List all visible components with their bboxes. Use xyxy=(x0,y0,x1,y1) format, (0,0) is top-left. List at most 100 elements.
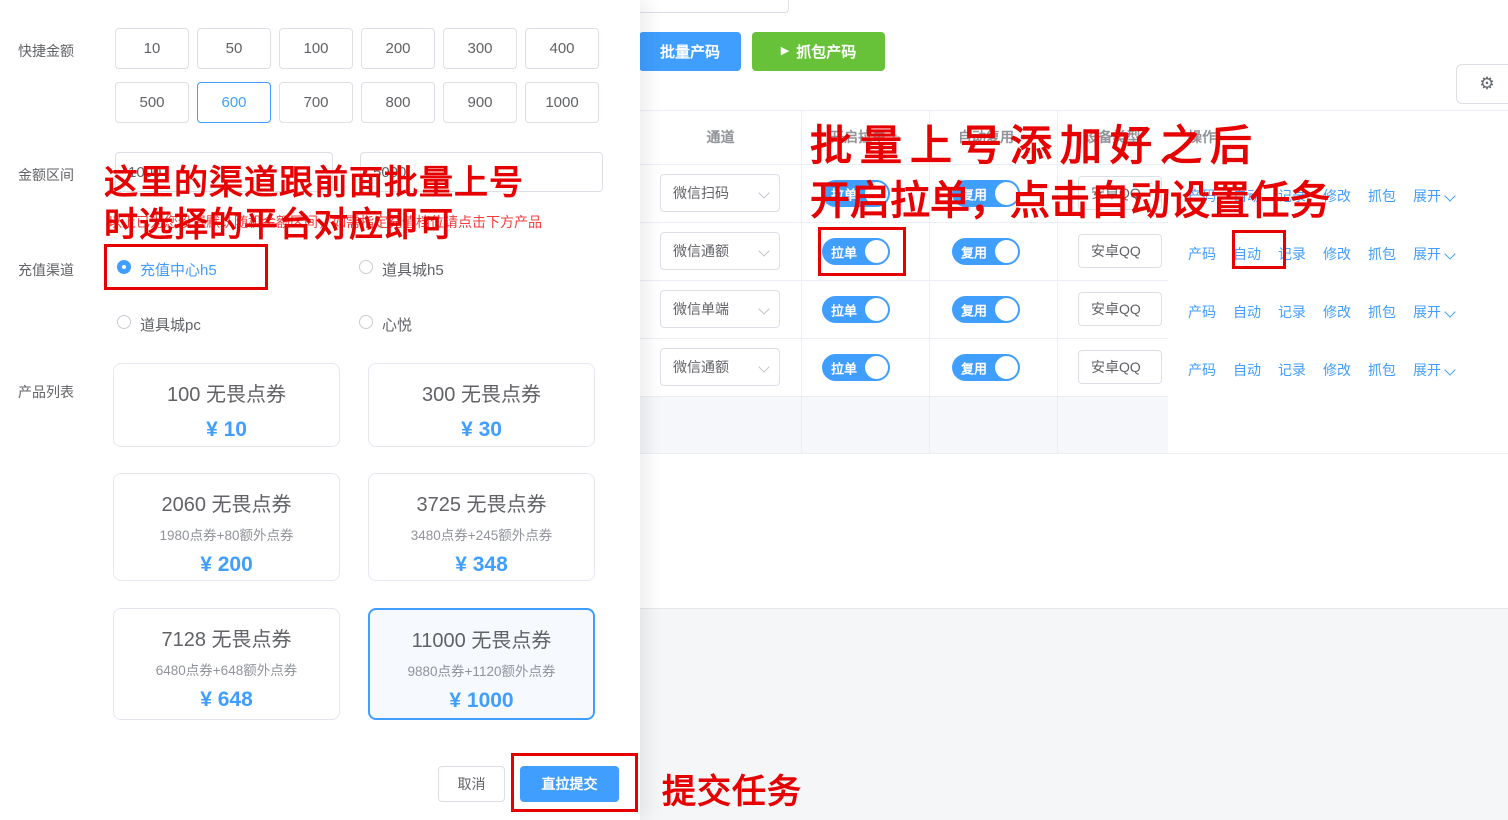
product-subtitle: 9880点券+1120额外点券 xyxy=(370,660,593,680)
range-max-input[interactable]: 5000 xyxy=(360,152,603,192)
reuse-toggle[interactable]: 复用 xyxy=(952,180,1020,207)
action-capture[interactable]: 抓包 xyxy=(1368,302,1396,322)
header-reuse[interactable]: 自动复用 xyxy=(929,110,1057,164)
action-auto[interactable]: 自动 xyxy=(1233,302,1261,322)
action-record[interactable]: 记录 xyxy=(1278,360,1306,380)
amount-button-10[interactable]: 10 xyxy=(115,28,189,69)
device-select-value: 安卓QQ xyxy=(1091,299,1141,319)
amount-button-600-selected[interactable]: 600 xyxy=(197,82,271,123)
amount-button-500[interactable]: 500 xyxy=(115,82,189,123)
amount-button-100[interactable]: 100 xyxy=(279,28,353,69)
row-border xyxy=(640,280,1168,281)
pull-toggle[interactable]: 拉单 xyxy=(822,354,890,381)
action-expand[interactable]: 展开 xyxy=(1413,244,1455,264)
product-title: 11000 无畏点券 xyxy=(370,624,593,653)
action-modify[interactable]: 修改 xyxy=(1323,360,1351,380)
product-card-selected[interactable]: 11000 无畏点券 9880点券+1120额外点券 ¥ 1000 xyxy=(368,608,595,720)
action-record[interactable]: 记录 xyxy=(1278,302,1306,322)
sort-caret-icon[interactable] xyxy=(1018,130,1028,144)
amount-button-300[interactable]: 300 xyxy=(443,28,517,69)
action-modify[interactable]: 修改 xyxy=(1323,302,1351,322)
row-actions: 产码 自动 记录 修改 抓包 展开 xyxy=(1188,360,1455,380)
product-card[interactable]: 100 无畏点券 ¥ 10 xyxy=(113,363,340,447)
action-produce-code[interactable]: 产码 xyxy=(1188,244,1216,264)
pull-toggle[interactable]: 拉单 xyxy=(822,180,890,207)
action-record[interactable]: 记录 xyxy=(1278,244,1306,264)
action-modify[interactable]: 修改 xyxy=(1323,186,1351,206)
action-auto[interactable]: 自动 xyxy=(1233,360,1261,380)
product-subtitle: 1980点券+80额外点券 xyxy=(114,524,339,544)
product-card[interactable]: 7128 无畏点券 6480点券+648额外点券 ¥ 648 xyxy=(113,608,340,720)
row-border xyxy=(640,222,1168,223)
device-select[interactable]: 安卓QQ xyxy=(1078,234,1162,268)
action-expand[interactable]: 展开 xyxy=(1413,302,1455,322)
product-list-label: 产品列表 xyxy=(18,382,74,402)
channel-select[interactable]: 微信扫码 xyxy=(660,174,780,212)
action-produce-code[interactable]: 产码 xyxy=(1188,360,1216,380)
sort-caret-icon[interactable] xyxy=(890,130,900,144)
radio-label-prop-city-pc[interactable]: 道具城pc xyxy=(140,314,201,335)
channel-select[interactable]: 微信通额 xyxy=(660,348,780,386)
device-select[interactable]: 安卓QQ xyxy=(1078,176,1162,210)
radio-recharge-center-h5[interactable] xyxy=(117,260,131,274)
header-reuse-label: 自动复用 xyxy=(958,129,1014,145)
radio-label-recharge-center-h5[interactable]: 充值中心h5 xyxy=(140,259,217,280)
amount-button-50[interactable]: 50 xyxy=(197,28,271,69)
amount-button-200[interactable]: 200 xyxy=(361,28,435,69)
device-select[interactable]: 安卓QQ xyxy=(1078,350,1162,384)
capture-code-button[interactable]: ▶ 抓包产码 xyxy=(752,32,885,71)
action-capture[interactable]: 抓包 xyxy=(1368,244,1396,264)
product-title: 3725 无畏点券 xyxy=(369,488,594,517)
channel-select[interactable]: 微信通额 xyxy=(660,232,780,270)
radio-label-xinyue[interactable]: 心悦 xyxy=(382,314,412,335)
action-capture[interactable]: 抓包 xyxy=(1368,186,1396,206)
amount-button-700[interactable]: 700 xyxy=(279,82,353,123)
range-separator: - xyxy=(336,163,354,179)
action-capture[interactable]: 抓包 xyxy=(1368,360,1396,380)
radio-prop-city-h5[interactable] xyxy=(359,260,373,274)
pull-toggle[interactable]: 拉单 xyxy=(822,238,890,265)
header-channel: 通道 xyxy=(640,110,801,164)
action-expand[interactable]: 展开 xyxy=(1413,360,1455,380)
cancel-button[interactable]: 取消 xyxy=(438,766,505,802)
row-border xyxy=(640,338,1168,339)
header-pull[interactable]: 开启拉单 xyxy=(801,110,929,164)
reuse-toggle-label: 复用 xyxy=(961,184,987,203)
product-price: ¥ 10 xyxy=(114,418,339,442)
radio-xinyue[interactable] xyxy=(359,315,373,329)
action-expand[interactable]: 展开 xyxy=(1413,186,1455,206)
range-min-input[interactable]: 1000 xyxy=(115,152,333,192)
settings-button[interactable]: ⚙ xyxy=(1456,64,1508,104)
action-auto[interactable]: 自动 xyxy=(1233,186,1261,206)
reuse-toggle[interactable]: 复用 xyxy=(952,296,1020,323)
pull-toggle[interactable]: 拉单 xyxy=(822,296,890,323)
product-card[interactable]: 2060 无畏点券 1980点券+80额外点券 ¥ 200 xyxy=(113,473,340,581)
channel-select[interactable]: 微信单端 xyxy=(660,290,780,328)
amount-button-900[interactable]: 900 xyxy=(443,82,517,123)
product-price: ¥ 348 xyxy=(369,553,594,577)
action-auto[interactable]: 自动 xyxy=(1233,244,1261,264)
submit-button[interactable]: 直拉提交 xyxy=(520,766,619,802)
amount-button-1000[interactable]: 1000 xyxy=(525,82,599,123)
product-card[interactable]: 300 无畏点券 ¥ 30 xyxy=(368,363,595,447)
device-select-value: 安卓QQ xyxy=(1091,241,1141,261)
action-expand-label: 展开 xyxy=(1413,362,1441,378)
action-modify[interactable]: 修改 xyxy=(1323,244,1351,264)
radio-label-prop-city-h5[interactable]: 道具城h5 xyxy=(382,259,444,280)
action-produce-code[interactable]: 产码 xyxy=(1188,186,1216,206)
reuse-toggle[interactable]: 复用 xyxy=(952,238,1020,265)
amount-button-400[interactable]: 400 xyxy=(525,28,599,69)
product-subtitle: 6480点券+648额外点券 xyxy=(114,659,339,679)
product-card[interactable]: 3725 无畏点券 3480点券+245额外点券 ¥ 348 xyxy=(368,473,595,581)
radio-prop-city-pc[interactable] xyxy=(117,315,131,329)
reuse-toggle[interactable]: 复用 xyxy=(952,354,1020,381)
channel-select-value: 微信通额 xyxy=(673,241,729,261)
action-produce-code[interactable]: 产码 xyxy=(1188,302,1216,322)
device-select[interactable]: 安卓QQ xyxy=(1078,292,1162,326)
reuse-toggle-label: 复用 xyxy=(961,300,987,319)
partial-top-input[interactable] xyxy=(637,0,789,13)
product-title: 7128 无畏点券 xyxy=(114,623,339,652)
amount-button-800[interactable]: 800 xyxy=(361,82,435,123)
action-record[interactable]: 记录 xyxy=(1278,186,1306,206)
batch-code-button[interactable]: 批量产码 xyxy=(639,32,741,71)
